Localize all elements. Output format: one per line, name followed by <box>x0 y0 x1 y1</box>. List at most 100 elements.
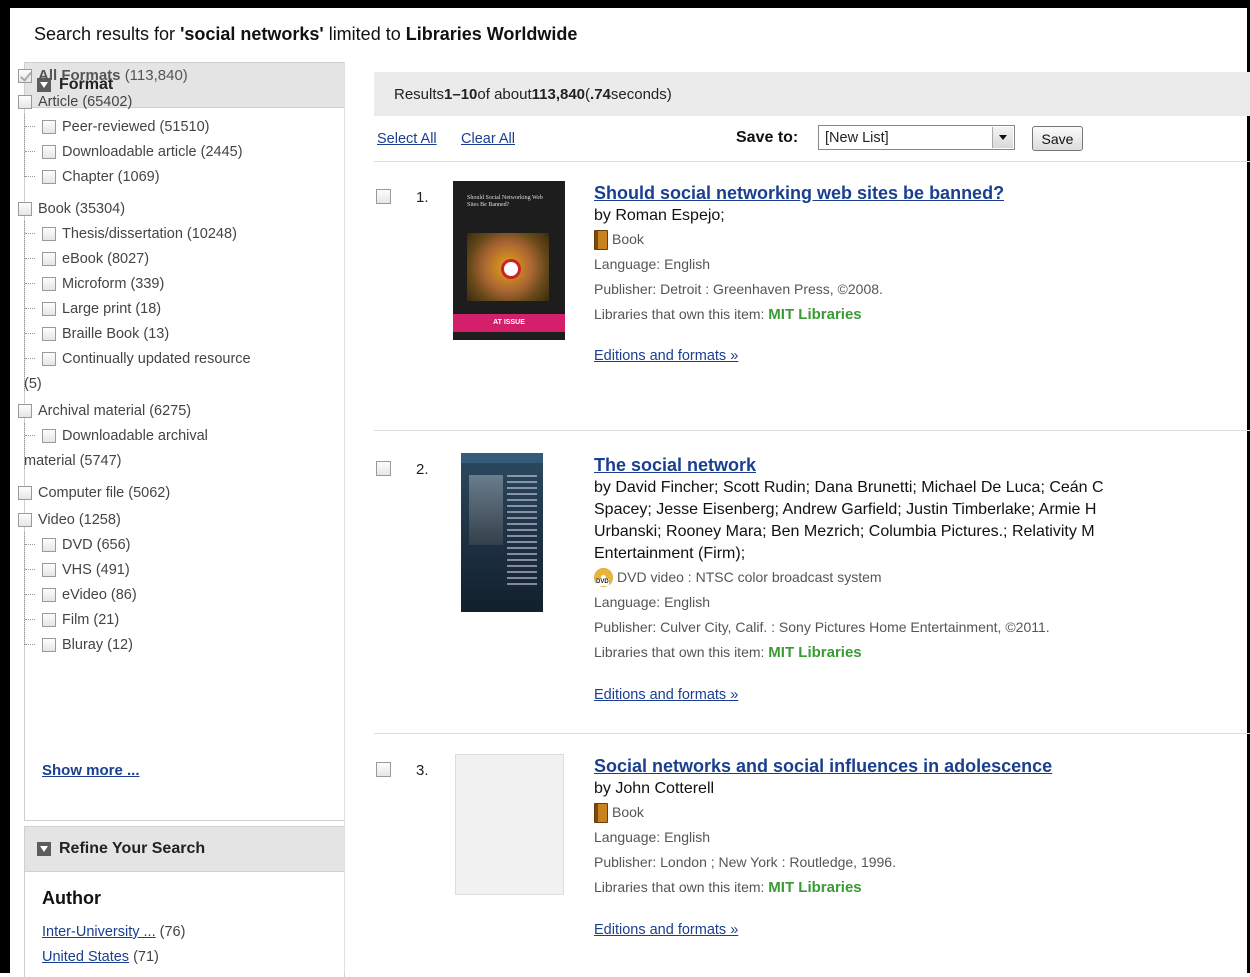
editions-formats-link[interactable]: Editions and formats » <box>594 922 738 938</box>
checkbox[interactable] <box>42 587 56 602</box>
result-checkbox[interactable] <box>376 461 391 476</box>
facet-bluray[interactable]: Bluray (12) <box>18 632 318 657</box>
facet-evideo[interactable]: eVideo (86) <box>18 582 318 607</box>
clear-all-link[interactable]: Clear All <box>461 131 515 147</box>
result-checkbox[interactable] <box>376 189 391 204</box>
facet-continually-updated[interactable]: Continually updated resource <box>18 346 318 371</box>
author-link[interactable]: United States (71) <box>42 949 159 965</box>
libraries-value[interactable]: MIT Libraries <box>768 306 861 323</box>
facet-computer-file[interactable]: Computer file (5062) <box>18 480 318 505</box>
refine-search-title: Refine Your Search <box>59 840 206 857</box>
libraries-value[interactable]: MIT Libraries <box>768 879 861 896</box>
result-title-link[interactable]: Should social networking web sites be ba… <box>594 181 1250 205</box>
editions-formats-link[interactable]: Editions and formats » <box>594 687 738 703</box>
format-label: DVD video : NTSC color broadcast system <box>617 569 882 585</box>
facet-label: Chapter (1069) <box>62 168 160 185</box>
collapse-triangle-icon[interactable] <box>37 842 51 856</box>
checkbox[interactable] <box>42 144 56 159</box>
result-title-link[interactable]: The social network <box>594 453 1250 477</box>
checkbox[interactable] <box>18 403 32 418</box>
facet-microform[interactable]: Microform (339) <box>18 271 318 296</box>
facet-film[interactable]: Film (21) <box>18 607 318 632</box>
checkbox[interactable] <box>42 637 56 652</box>
checkbox[interactable] <box>42 301 56 316</box>
tree-tick <box>25 333 35 334</box>
result-body: Social networks and social influences in… <box>594 754 1250 943</box>
facet-downloadable-archival[interactable]: Downloadable archival <box>18 423 318 448</box>
facet-archival[interactable]: Archival material (6275) <box>18 398 318 423</box>
checkbox[interactable] <box>18 512 32 527</box>
author-name[interactable]: Inter-University ... <box>42 924 156 940</box>
tree-tick <box>25 308 35 309</box>
checkbox[interactable] <box>42 612 56 627</box>
book-icon <box>594 802 608 823</box>
save-to-select[interactable]: [New List] <box>818 125 1015 150</box>
facet-downloadable-article[interactable]: Downloadable article (2445) <box>18 139 318 164</box>
result-number: 3. <box>416 762 429 779</box>
checkbox[interactable] <box>42 326 56 341</box>
editions-formats-link[interactable]: Editions and formats » <box>594 348 738 364</box>
checkbox[interactable] <box>42 351 56 366</box>
facet-label: material (5747) <box>24 452 122 469</box>
author-name[interactable]: United States <box>42 949 129 965</box>
results-prefix: Results <box>394 85 445 103</box>
dvd-cover-image[interactable] <box>461 453 543 612</box>
checkbox[interactable] <box>42 562 56 577</box>
facet-peer-reviewed[interactable]: Peer-reviewed (51510) <box>18 114 318 139</box>
dvd-icon <box>594 568 613 587</box>
result-title-link[interactable]: Social networks and social influences in… <box>594 754 1250 778</box>
checkbox[interactable] <box>18 201 32 216</box>
facet-label: Article (65402) <box>38 93 133 110</box>
refine-search-header[interactable]: Refine Your Search <box>25 827 344 872</box>
dropdown-arrow-icon[interactable] <box>992 127 1013 148</box>
result-libraries: Libraries that own this item: MIT Librar… <box>594 302 1250 327</box>
results-time-suffix: seconds) <box>610 85 672 103</box>
format-label: Book <box>612 804 644 820</box>
facet-dvd[interactable]: DVD (656) <box>18 532 318 557</box>
book-cover-image[interactable]: Should Social Networking Web Sites Be Ba… <box>453 181 565 340</box>
facet-braille-book[interactable]: Braille Book (13) <box>18 321 318 346</box>
checkbox[interactable] <box>18 94 32 109</box>
tree-tick <box>25 258 35 259</box>
result-checkbox[interactable] <box>376 762 391 777</box>
tree-tick <box>25 358 35 359</box>
facet-all-formats[interactable]: All Formats (113,840) <box>18 62 318 89</box>
result-language: Language: English <box>594 594 710 610</box>
cover-placeholder-image[interactable] <box>455 754 564 895</box>
checkbox[interactable] <box>42 119 56 134</box>
result-publisher: Publisher: Culver City, Calif. : Sony Pi… <box>594 619 1050 635</box>
facet-article[interactable]: Article (65402) <box>18 89 318 114</box>
author-count: (76) <box>159 924 186 940</box>
facet-downloadable-archival-count: material (5747) <box>18 448 318 473</box>
results-middle: of about <box>477 85 532 103</box>
facet-label-all-formats: All Formats (113,840) <box>38 67 188 84</box>
facet-label: Archival material (6275) <box>38 402 192 419</box>
checkbox-all-formats[interactable] <box>18 68 32 83</box>
checkbox[interactable] <box>42 276 56 291</box>
facet-book[interactable]: Book (35304) <box>18 196 318 221</box>
checkbox[interactable] <box>42 428 56 443</box>
save-button[interactable]: Save <box>1032 126 1083 151</box>
checkbox[interactable] <box>42 251 56 266</box>
facet-video[interactable]: Video (1258) <box>18 507 318 532</box>
facet-large-print[interactable]: Large print (18) <box>18 296 318 321</box>
libraries-value[interactable]: MIT Libraries <box>768 644 861 661</box>
facet-ebook[interactable]: eBook (8027) <box>18 246 318 271</box>
search-summary: Search results for 'social networks' lim… <box>34 24 577 45</box>
checkbox[interactable] <box>42 169 56 184</box>
checkbox[interactable] <box>42 537 56 552</box>
show-more-link[interactable]: Show more ... <box>42 762 140 779</box>
facet-thesis[interactable]: Thesis/dissertation (10248) <box>18 221 318 246</box>
tree-tick <box>25 233 35 234</box>
search-summary-middle: limited to <box>323 24 406 44</box>
author-count: (71) <box>133 949 159 965</box>
select-all-link[interactable]: Select All <box>377 131 437 147</box>
author-link[interactable]: Inter-University ... (76) <box>42 924 185 940</box>
facet-label: Braille Book (13) <box>62 325 170 342</box>
facet-label: VHS (491) <box>62 561 130 578</box>
tree-tick <box>25 435 35 436</box>
facet-vhs[interactable]: VHS (491) <box>18 557 318 582</box>
checkbox[interactable] <box>18 485 32 500</box>
checkbox[interactable] <box>42 226 56 241</box>
facet-chapter[interactable]: Chapter (1069) <box>18 164 318 189</box>
